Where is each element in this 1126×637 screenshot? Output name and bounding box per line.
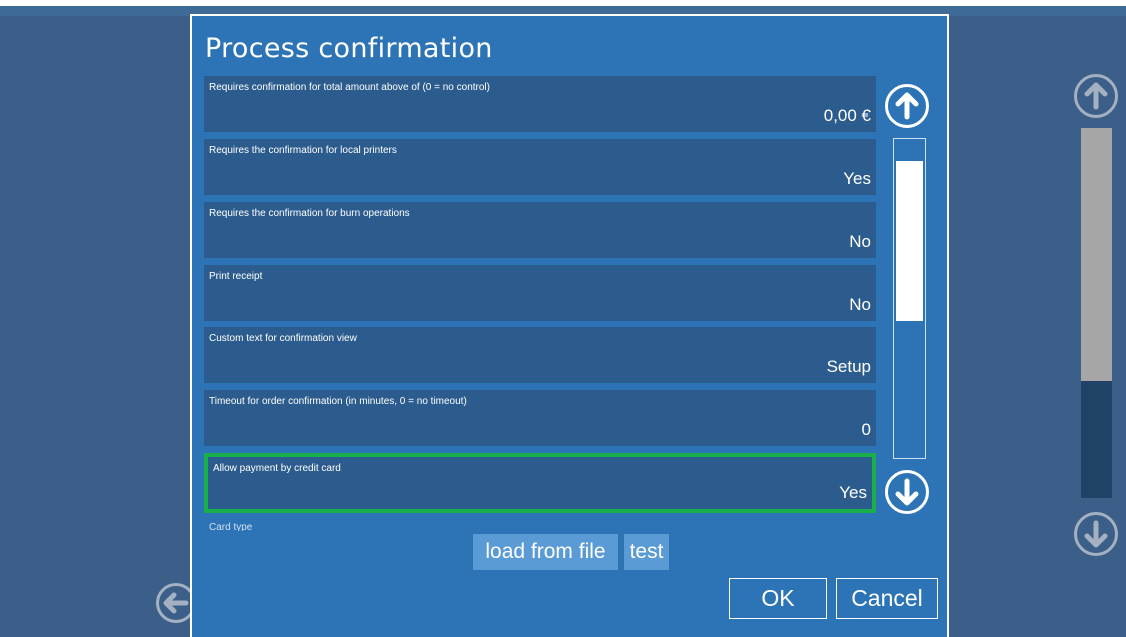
background-scroll-up-icon[interactable] [1074, 74, 1118, 118]
setting-value: 0,00 € [823, 106, 871, 125]
setting-row-print-receipt[interactable]: Print receipt No [204, 265, 876, 321]
setting-label: Requires the confirmation for burn opera… [209, 208, 410, 219]
cancel-button[interactable]: Cancel [836, 578, 938, 619]
setting-label: Print receipt [209, 271, 263, 282]
scroll-thumb[interactable] [896, 161, 923, 321]
setting-label: Timeout for order confirmation (in minut… [209, 396, 467, 407]
setting-value: Setup [826, 357, 871, 376]
background-scroll-thumb[interactable] [1081, 128, 1112, 381]
setting-value: No [849, 232, 871, 251]
setting-label: Allow payment by credit card [213, 463, 341, 474]
dialog-title: Process confirmation [205, 33, 493, 64]
scroll-down-icon[interactable] [885, 470, 929, 514]
setting-label: Requires confirmation for total amount a… [209, 82, 490, 93]
partial-next-setting-label: Card type [209, 522, 253, 531]
scroll-up-icon[interactable] [885, 84, 929, 128]
setting-row-timeout[interactable]: Timeout for order confirmation (in minut… [204, 390, 876, 446]
setting-label: Requires the confirmation for local prin… [209, 145, 397, 156]
setting-row-local-printers[interactable]: Requires the confirmation for local prin… [204, 139, 876, 195]
setting-value: Yes [839, 483, 867, 502]
setting-value: Yes [843, 169, 871, 188]
settings-list: Requires confirmation for total amount a… [204, 76, 876, 531]
setting-row-credit-card[interactable]: Allow payment by credit card Yes [204, 453, 876, 513]
setting-row-burn-operations[interactable]: Requires the confirmation for burn opera… [204, 202, 876, 258]
setting-value: 0 [861, 420, 871, 439]
setting-row-custom-text[interactable]: Custom text for confirmation view Setup [204, 327, 876, 383]
background-scroll-down-icon[interactable] [1074, 512, 1118, 556]
load-from-file-button[interactable]: load from file [473, 534, 618, 570]
setting-label: Custom text for confirmation view [209, 333, 357, 344]
ok-button[interactable]: OK [729, 578, 827, 619]
scroll-track[interactable] [893, 138, 926, 459]
test-button[interactable]: test [624, 534, 669, 570]
process-confirmation-dialog: Process confirmation Requires confirmati… [190, 14, 949, 637]
setting-value: No [849, 295, 871, 314]
setting-row-total-amount[interactable]: Requires confirmation for total amount a… [204, 76, 876, 132]
